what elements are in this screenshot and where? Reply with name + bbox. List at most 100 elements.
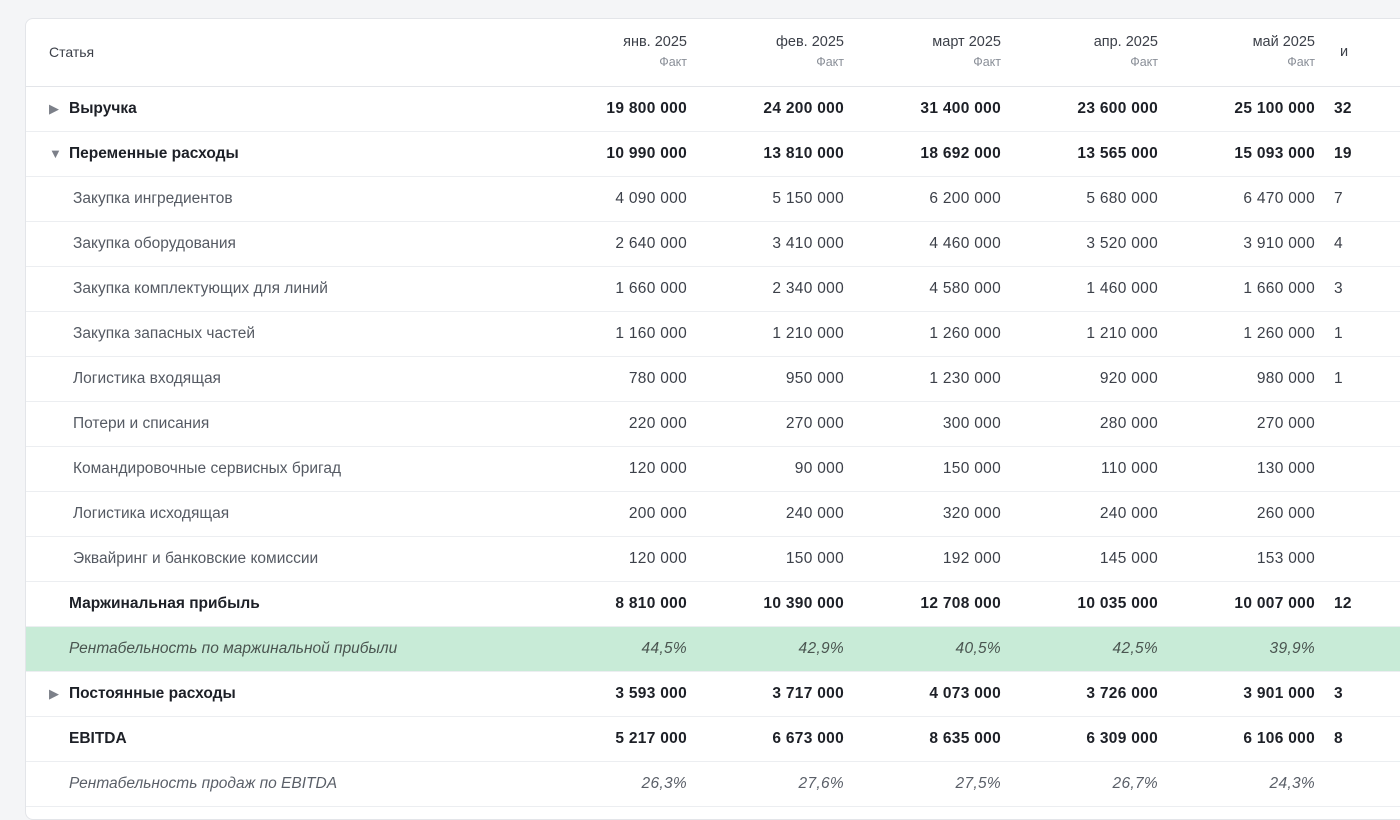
- value-cell: 920 000: [1009, 356, 1166, 402]
- column-header-month[interactable]: янв. 2025 Факт: [538, 19, 695, 87]
- value-cell: 3 910 000: [1166, 221, 1323, 267]
- value-cell: 26,7%: [1009, 761, 1166, 807]
- value-cell: 145 000: [1009, 536, 1166, 582]
- value-cell: 3 593 000: [538, 671, 695, 717]
- table-row-child: Закупка запасных частей 1 160 000 1 210 00…: [26, 311, 1400, 357]
- value-cell: 120 000: [538, 536, 695, 582]
- value-cell: [1323, 446, 1400, 492]
- value-cell: 23 600 000: [1009, 86, 1166, 132]
- table-row[interactable]: ▼ Переменные расходы 10 990 000 13 810 000 1…: [26, 131, 1400, 177]
- value-cell: 5 150 000: [695, 176, 852, 222]
- row-label: EBITDA: [69, 729, 127, 747]
- value-cell: 27,5%: [852, 761, 1009, 807]
- report-table-card: Статья янв. 2025 Факт фев. 2025 Факт мар…: [25, 18, 1400, 820]
- value-cell: 1 230 000: [852, 356, 1009, 402]
- value-cell: 300 000: [852, 401, 1009, 447]
- value-cell: 240 000: [695, 491, 852, 537]
- value-cell: 3 410 000: [695, 221, 852, 267]
- value-cell: 18 692 000: [852, 131, 1009, 177]
- value-cell: 40,5%: [852, 626, 1009, 672]
- table-row: EBITDA 5 217 000 6 673 000 8 635 000 6 309 0…: [26, 716, 1400, 762]
- column-month-label: май 2025: [1252, 34, 1315, 51]
- column-header-month[interactable]: апр. 2025 Факт: [1009, 19, 1166, 87]
- value-cell: [1323, 491, 1400, 537]
- row-label-cell: ▶ Выручка: [26, 86, 538, 132]
- row-label-cell: Логистика входящая: [26, 356, 538, 402]
- table-row-child: Эквайринг и банковские комиссии 120 000 15…: [26, 536, 1400, 582]
- table-header-row: Статья янв. 2025 Факт фев. 2025 Факт мар…: [26, 19, 1400, 87]
- value-cell: 39,9%: [1166, 626, 1323, 672]
- value-cell: 3 717 000: [695, 671, 852, 717]
- value-cell: 270 000: [695, 401, 852, 447]
- row-label-cell: Командировочные сервисных бригад: [26, 446, 538, 492]
- value-cell: 7: [1323, 176, 1400, 222]
- value-cell: [1323, 626, 1400, 672]
- triangle-right-icon[interactable]: ▶: [49, 686, 69, 702]
- value-cell: 2 640 000: [538, 221, 695, 267]
- row-label: Потери и списания: [73, 414, 210, 432]
- value-cell: 120 000: [538, 446, 695, 492]
- value-cell: 130 000: [1166, 446, 1323, 492]
- table-row-child: Командировочные сервисных бригад 120 000 9…: [26, 446, 1400, 492]
- table-row-child: Закупка ингредиентов 4 090 000 5 150 000 6 …: [26, 176, 1400, 222]
- row-label-cell: Потери и списания: [26, 401, 538, 447]
- value-cell: 1 260 000: [852, 311, 1009, 357]
- table-row-child: Логистика исходящая 200 000 240 000 320 000…: [26, 491, 1400, 537]
- row-label: Логистика входящая: [73, 369, 221, 387]
- value-cell: 1 210 000: [695, 311, 852, 357]
- value-cell: 4 460 000: [852, 221, 1009, 267]
- value-cell: 1: [1323, 311, 1400, 357]
- value-cell: 4: [1323, 221, 1400, 267]
- triangle-down-icon[interactable]: ▼: [49, 146, 69, 161]
- value-cell: 240 000: [1009, 491, 1166, 537]
- row-label: Закупка ингредиентов: [73, 189, 233, 207]
- value-cell: 280 000: [1009, 401, 1166, 447]
- value-cell: 3 901 000: [1166, 671, 1323, 717]
- value-cell: 6 106 000: [1166, 716, 1323, 762]
- value-cell: 4 073 000: [852, 671, 1009, 717]
- table-row[interactable]: ▶ Выручка 19 800 000 24 200 000 31 400 000 23…: [26, 86, 1400, 132]
- column-month-label: и: [1340, 44, 1349, 61]
- value-cell: 27,6%: [695, 761, 852, 807]
- column-header-month[interactable]: март 2025 Факт: [852, 19, 1009, 87]
- row-label-cell: ▶ Постоянные расходы: [26, 671, 538, 717]
- value-cell: 5 680 000: [1009, 176, 1166, 222]
- value-cell: 153 000: [1166, 536, 1323, 582]
- value-cell: 2 340 000: [695, 266, 852, 312]
- value-cell: 3: [1323, 266, 1400, 312]
- column-kind-label: Факт: [973, 55, 1001, 70]
- row-label: Выручка: [69, 99, 137, 117]
- value-cell: 10 007 000: [1166, 581, 1323, 627]
- value-cell: 192 000: [852, 536, 1009, 582]
- column-header-article[interactable]: Статья: [26, 19, 538, 87]
- column-kind-label: Факт: [816, 55, 844, 70]
- row-label: Командировочные сервисных бригад: [73, 459, 341, 477]
- row-label-cell: Закупка комплектующих для линий: [26, 266, 538, 312]
- row-label-cell: Закупка ингредиентов: [26, 176, 538, 222]
- value-cell: 10 035 000: [1009, 581, 1166, 627]
- table-row-child: Логистика входящая 780 000 950 000 1 230 00…: [26, 356, 1400, 402]
- value-cell: 42,5%: [1009, 626, 1166, 672]
- column-kind-label: Факт: [1287, 55, 1315, 70]
- value-cell: 3: [1323, 671, 1400, 717]
- table-row: Рентабельность продаж по EBITDA 26,3% 27,6…: [26, 761, 1400, 807]
- column-header-month[interactable]: фев. 2025 Факт: [695, 19, 852, 87]
- value-cell: 13 810 000: [695, 131, 852, 177]
- row-label: Закупка оборудования: [73, 234, 236, 252]
- value-cell: 1 460 000: [1009, 266, 1166, 312]
- value-cell: 110 000: [1009, 446, 1166, 492]
- triangle-right-icon[interactable]: ▶: [49, 101, 69, 117]
- value-cell: [1323, 536, 1400, 582]
- row-label-cell: Рентабельность продаж по EBITDA: [26, 761, 538, 807]
- value-cell: 13 565 000: [1009, 131, 1166, 177]
- value-cell: 90 000: [695, 446, 852, 492]
- value-cell: 3 520 000: [1009, 221, 1166, 267]
- column-header-month[interactable]: май 2025 Факт: [1166, 19, 1323, 87]
- column-kind-label: Факт: [1130, 55, 1158, 70]
- column-month-label: март 2025: [932, 34, 1001, 51]
- table-row[interactable]: ▶ Постоянные расходы 3 593 000 3 717 000 4 0…: [26, 671, 1400, 717]
- column-header-month-partial[interactable]: и: [1323, 19, 1400, 87]
- value-cell: 44,5%: [538, 626, 695, 672]
